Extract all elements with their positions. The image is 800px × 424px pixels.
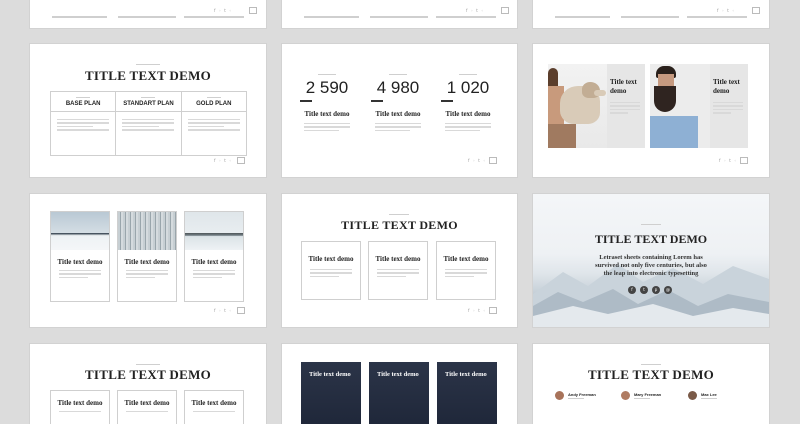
image-card: Title text demo (50, 211, 110, 302)
slide-top-left[interactable]: f ◦ t ◦ (30, 0, 266, 28)
slide-mountain-hero[interactable]: TITLE TEXT DEMO Letraset sheets containi… (533, 194, 769, 327)
photo-label: Title text demo (610, 78, 637, 95)
text-box: Title text demo (436, 241, 496, 300)
plan-column: STANDART PLAN (116, 92, 182, 155)
person-name: Max Lee (701, 392, 717, 397)
avatar (555, 391, 564, 400)
box-label: Title text demo (308, 255, 354, 263)
stat-label: Title text demo (375, 110, 421, 118)
stat-number: 2 590 (305, 78, 349, 97)
slide-title: TITLE TEXT DEMO (587, 367, 715, 382)
slide-pricing-plans[interactable]: TITLE TEXT DEMO BASE PLAN STANDART PLAN … (30, 44, 266, 177)
page-number (237, 307, 245, 314)
hero-text: the leap into electronic typesetting (603, 270, 699, 277)
page-number (249, 7, 257, 14)
box-label: Title text demo (57, 399, 103, 407)
slide-team[interactable]: TITLE TEXT DEMO Andy Freeman Mary Freema… (533, 344, 769, 424)
social-icons: f ◦ t ◦ (214, 158, 233, 163)
snow-landscape-image (51, 212, 109, 250)
slide-image-cards[interactable]: Title text demo Title text demo Title te… (30, 194, 266, 327)
photo-label: Title text demo (713, 78, 740, 95)
stat-number: 1 020 (446, 78, 490, 97)
mail-icon[interactable]: @ (664, 286, 672, 294)
text-box: Title text demo (184, 390, 244, 424)
plan-name: BASE PLAN (65, 101, 101, 107)
text-box: Title text demo (117, 390, 177, 424)
slide-top-right[interactable]: f ◦ t ◦ (533, 0, 769, 28)
slide-bottom-left[interactable]: TITLE TEXT DEMO Title text demo Title te… (30, 344, 266, 424)
slide-top-middle[interactable]: f ◦ t ◦ (282, 0, 517, 28)
person-name: Mary Freeman (634, 392, 662, 397)
slide-title: TITLE TEXT DEMO (341, 218, 458, 232)
page-number (489, 157, 497, 164)
image-card: Title text demo (117, 211, 177, 302)
box-label: Title text demo (124, 399, 170, 407)
page-number (740, 157, 748, 164)
social-icons: f ◦ t ◦ (466, 8, 485, 13)
pinterest-icon[interactable]: p (652, 286, 660, 294)
slide-text-boxes[interactable]: TITLE TEXT DEMO Title text demo Title te… (282, 194, 517, 327)
snowy-forest-image (118, 212, 176, 250)
dark-card-label: Title text demo (309, 371, 351, 378)
plan-name: STANDART PLAN (123, 101, 174, 107)
social-icons: f ◦ t ◦ (468, 158, 487, 163)
slide-statistics[interactable]: 2 590 4 980 1 020 Title text demo Title … (282, 44, 517, 177)
box-label: Title text demo (375, 255, 421, 263)
text-box: Title text demo (301, 241, 361, 300)
slide-bottom-middle[interactable]: Title text demo Title text demo Title te… (282, 344, 517, 424)
card-label: Title text demo (124, 258, 170, 266)
page-number (237, 157, 245, 164)
social-icons: f ◦ t ◦ (214, 8, 233, 13)
photo-label-box: Title text demo (710, 64, 748, 148)
box-label: Title text demo (191, 399, 237, 407)
card-label: Title text demo (57, 258, 103, 266)
person-name: Andy Freeman (568, 392, 596, 397)
hero-title: TITLE TEXT DEMO (594, 232, 708, 246)
social-icons: f ◦ t ◦ (717, 8, 736, 13)
stat-number: 4 980 (376, 78, 420, 97)
social-icons: f ◦ t ◦ (719, 158, 738, 163)
social-icons: f ◦ t ◦ (468, 308, 487, 313)
hero-text: survived not only five centuries, but al… (595, 262, 707, 269)
page-number (752, 7, 760, 14)
box-label: Title text demo (443, 255, 489, 263)
slide-photos[interactable]: Title text demo Title text demo f ◦ t ◦ (533, 44, 769, 177)
dark-card-label: Title text demo (377, 371, 419, 378)
facebook-icon[interactable]: f (628, 286, 636, 294)
avatar (621, 391, 630, 400)
social-icons: f ◦ t ◦ (214, 308, 233, 313)
hero-text: Letraset sheets containing Lorem has (599, 254, 703, 261)
avatar (688, 391, 697, 400)
stat-label: Title text demo (445, 110, 491, 118)
plan-column: GOLD PLAN (181, 92, 246, 155)
photo-man-with-dog (548, 64, 608, 148)
frozen-lake-image (185, 212, 243, 250)
dark-card-label: Title text demo (445, 371, 487, 378)
slide-title: TITLE TEXT DEMO (84, 367, 212, 382)
photo-label-box: Title text demo (607, 64, 645, 148)
image-card: Title text demo (184, 211, 244, 302)
slide-title: TITLE TEXT DEMO (84, 68, 212, 83)
page-number (501, 7, 509, 14)
plan-name: GOLD PLAN (196, 101, 232, 107)
photo-bearded-man (650, 64, 710, 148)
card-label: Title text demo (191, 258, 237, 266)
page-number (489, 307, 497, 314)
plan-table: BASE PLAN STANDART PLAN GOLD PLAN (50, 91, 247, 156)
stat-label: Title text demo (304, 110, 350, 118)
twitter-icon[interactable]: t (640, 286, 648, 294)
plan-column: BASE PLAN (51, 92, 117, 155)
text-box: Title text demo (50, 390, 110, 424)
text-box: Title text demo (368, 241, 428, 300)
